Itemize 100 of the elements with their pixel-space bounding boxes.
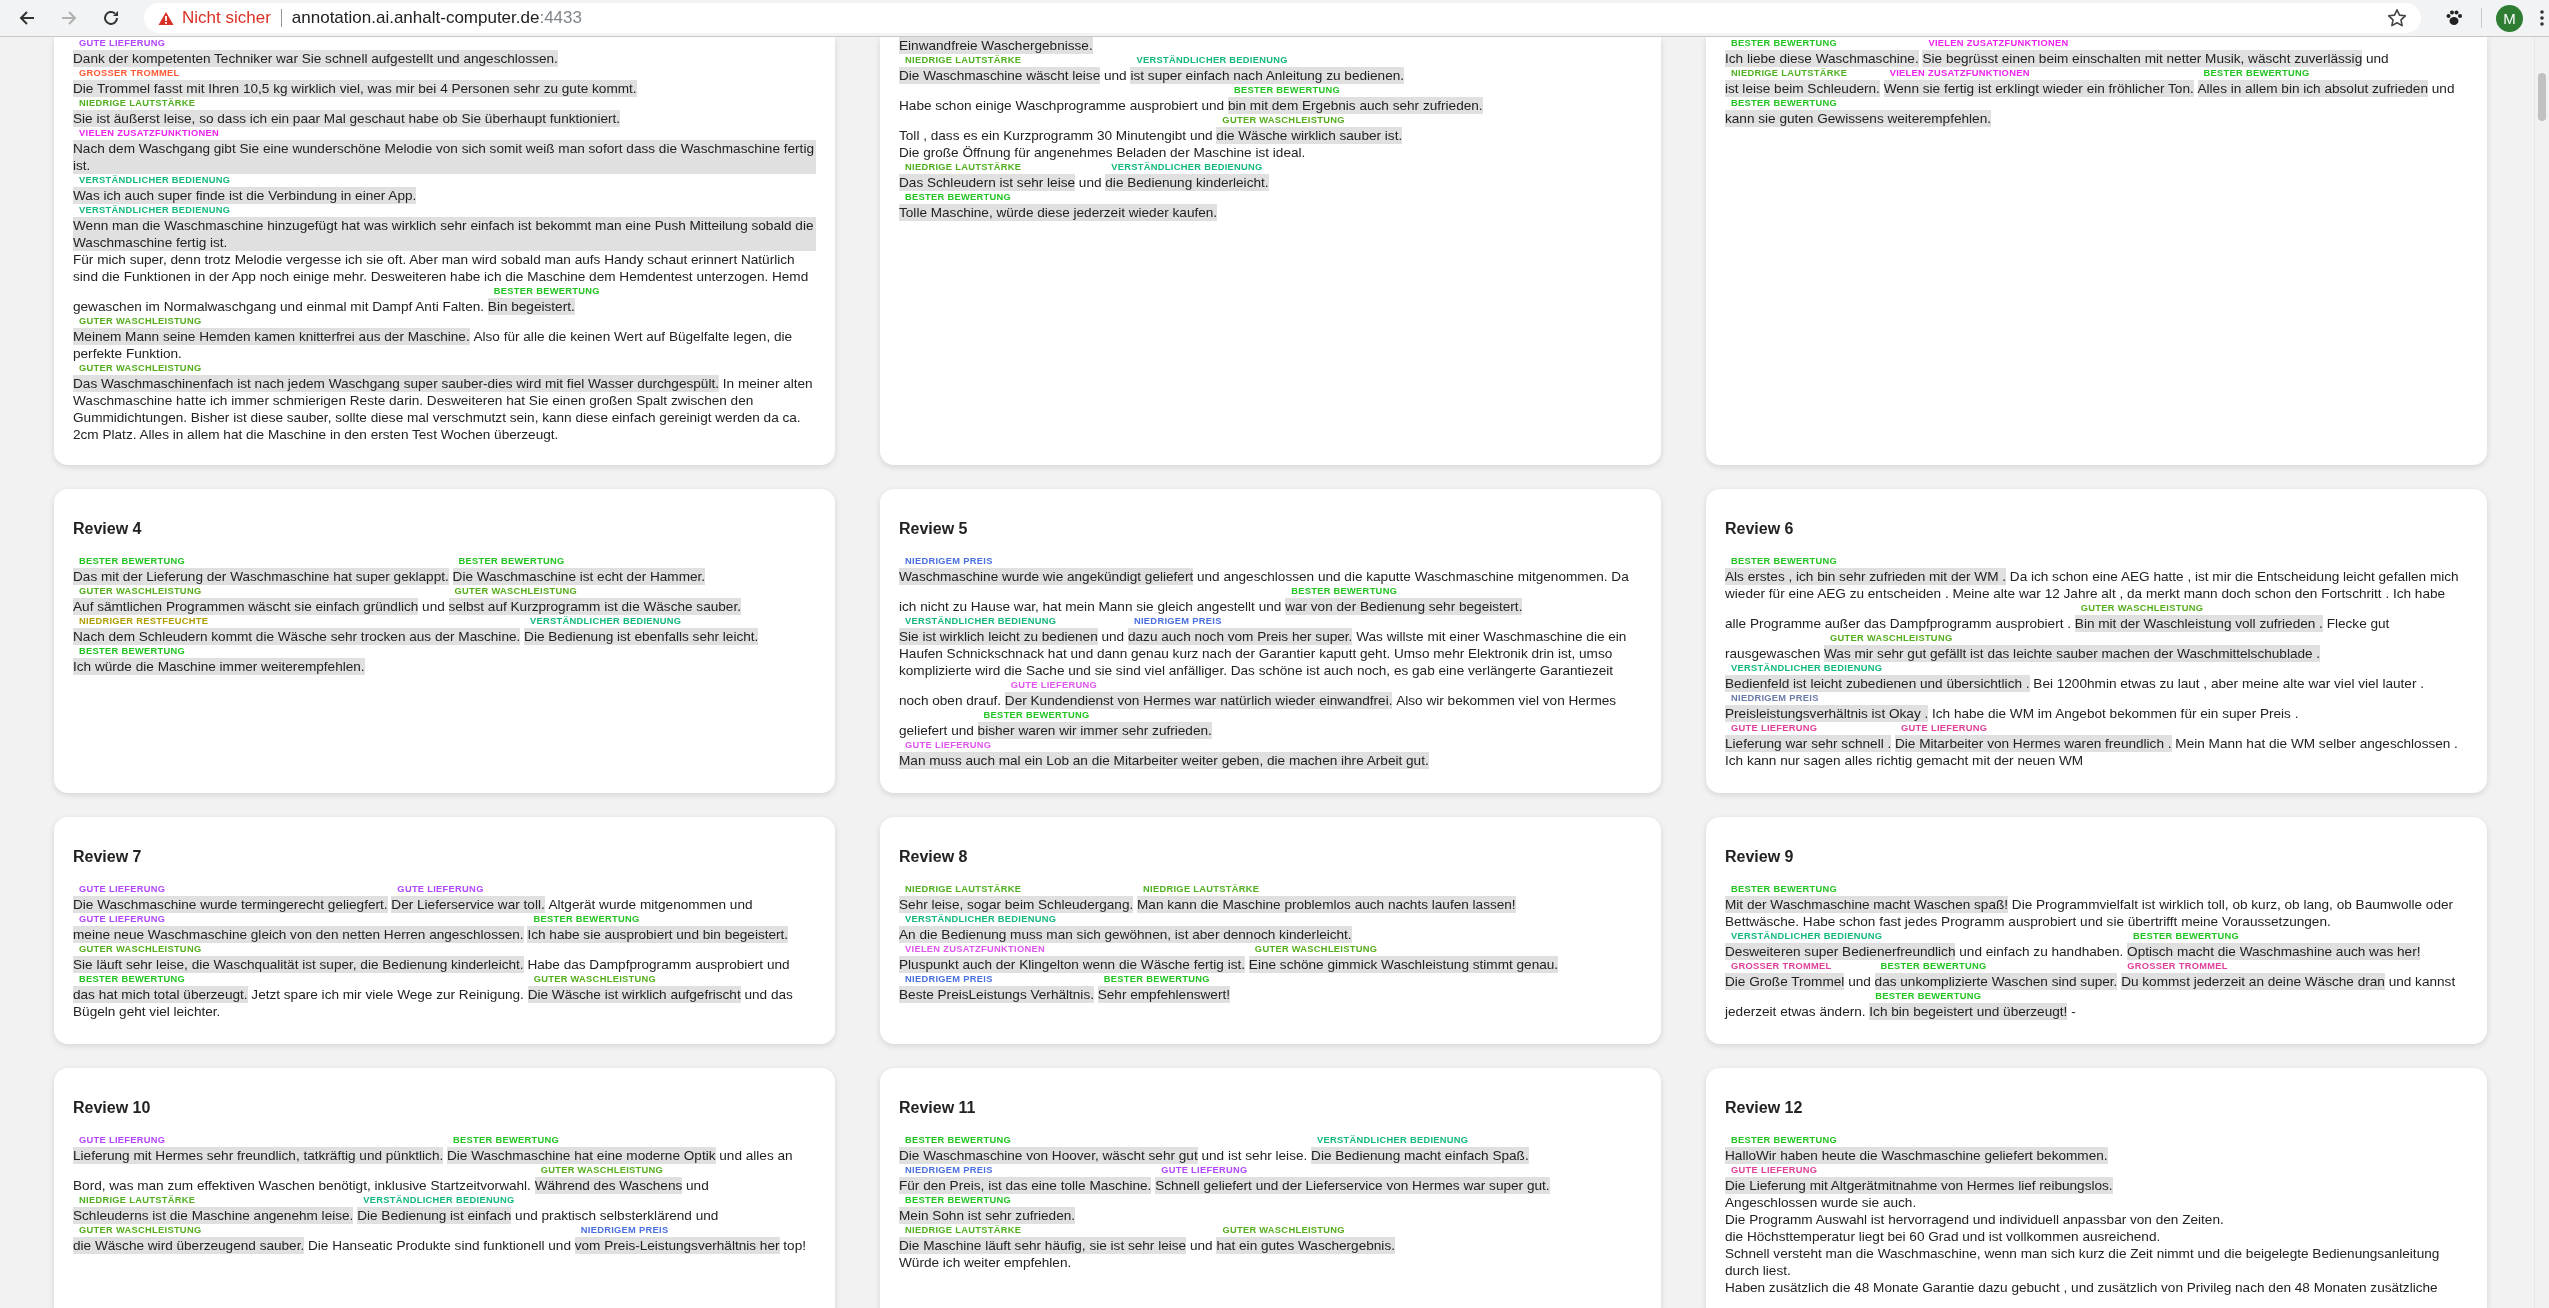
highlighted-text[interactable]: Man kann die Maschine problemlos auch nachts laufen lassen!	[1137, 896, 1516, 913]
highlighted-text[interactable]: Einwandfreie Waschergebnisse.	[899, 37, 1093, 54]
highlighted-text[interactable]: Auf sämtlichen Programmen wäscht sie einfach gründlich	[73, 598, 419, 615]
highlighted-text[interactable]: HalloWir haben heute die Waschmaschine geliefert bekommen.	[1725, 1147, 2108, 1164]
highlighted-text[interactable]: Du kommst jederzeit an deine Wäsche dran	[2121, 973, 2385, 990]
highlighted-text[interactable]: kann sie guten Gewissens weiterempfehlen.	[1725, 110, 1991, 127]
highlighted-text[interactable]: Ich bin begeistert und überzeugt!	[1869, 1003, 2068, 1020]
highlighted-text[interactable]: Das Waschmaschinenfach ist nach jedem Waschgang super sauber-dies wird mit fiel Wasser durchgespült.	[73, 375, 719, 392]
highlighted-text[interactable]: Bin mit der Waschleistung voll zufrieden .	[2074, 615, 2323, 632]
highlighted-text[interactable]: Schleuderns ist die Maschine angenehm leise.	[73, 1207, 354, 1224]
highlighted-text[interactable]: Die Wäsche ist wirklich aufgefrischt	[527, 986, 741, 1003]
highlighted-text[interactable]: Das mit der Lieferung der Waschmaschine hat super geklappt.	[73, 568, 449, 585]
annotation-label: BESTER BEWERTUNG	[1731, 37, 1838, 50]
address-bar[interactable]: Nicht sicher annotation.ai.anhalt-computer.de:4433	[144, 3, 2421, 33]
highlighted-text[interactable]: ist leise beim Schleudern.	[1725, 80, 1880, 97]
highlighted-text[interactable]: Schnell geliefert und der Lieferservice von Hermes war super gut.	[1155, 1177, 1550, 1194]
highlighted-text[interactable]: Wenn sie fertig ist erklingt wieder ein fröhlicher Ton.	[1883, 80, 2194, 97]
highlighted-text[interactable]: Während des Waschens	[534, 1177, 683, 1194]
highlighted-text[interactable]: Die Mitarbeiter von Hermes waren freundlich .	[1895, 735, 2172, 752]
highlighted-text[interactable]: Sehr empfehlenswert!	[1097, 986, 1230, 1003]
highlighted-text[interactable]: Eine schöne gimmick Waschleistung stimmt genau.	[1248, 956, 1559, 973]
highlighted-text[interactable]: vom Preis-Leistungsverhältnis her	[574, 1237, 780, 1254]
highlighted-text[interactable]: Desweiteren super Bedienerfreundlich	[1725, 943, 1956, 960]
highlighted-text[interactable]: Die Große Trommel	[1725, 973, 1845, 990]
highlighted-text[interactable]: ist super einfach nach Anleitung zu bedienen.	[1130, 67, 1405, 84]
highlighted-text[interactable]: bin mit dem Ergebnis auch sehr zufrieden.	[1227, 97, 1483, 114]
profile-avatar[interactable]: M	[2496, 4, 2523, 32]
highlighted-text[interactable]: die Bedienung kinderleicht.	[1105, 174, 1269, 191]
review-text: jederzeit etwas ändern.	[1725, 1003, 1866, 1020]
annotation-label: BESTER BEWERTUNG	[905, 1134, 1012, 1147]
scrollbar-thumb[interactable]	[2538, 73, 2546, 121]
highlighted-text[interactable]: Die Bedienung macht einfach Spaß.	[1311, 1147, 1529, 1164]
highlighted-text[interactable]: Wenn man die Waschmaschine hinzugefügt hat was wirklich sehr einfach ist bekommt man eine Push Mitteilung sobald die Waschmaschine fertig ist.	[73, 217, 816, 251]
highlighted-text[interactable]: Die Maschine läuft sehr häufig, sie ist sehr leise	[899, 1237, 1187, 1254]
highlighted-text[interactable]: Ich habe sie ausprobiert und bin begeistert.	[527, 926, 789, 943]
annotation-label: VERSTÄNDLICHER BEDIENUNG	[1136, 54, 1288, 67]
highlighted-text[interactable]: Nach dem Schleudern kommt die Wäsche sehr trocken aus der Maschine.	[73, 628, 521, 645]
highlighted-text[interactable]: Sie läuft sehr leise, die Waschqualität ist super, die Bedienung kinderleicht.	[73, 956, 524, 973]
annotation-label: BESTER BEWERTUNG	[1875, 990, 1982, 1003]
highlighted-text[interactable]: Waschmaschine wurde wie angekündigt geliefert	[899, 568, 1194, 585]
highlighted-text[interactable]: Meinem Mann seine Hemden kamen knitterfrei aus der Maschine.	[73, 328, 470, 345]
reload-icon[interactable]	[102, 9, 120, 27]
highlighted-text[interactable]: bisher waren wir immer sehr zufrieden.	[977, 722, 1212, 739]
highlighted-text[interactable]: Was mir sehr gut gefällt ist das leichte sauber machen der Waschmittelschublade .	[1824, 645, 2321, 662]
annotation-label: NIEDRIGE LAUTSTÄRKE	[79, 97, 196, 110]
annotation-label: BESTER BEWERTUNG	[79, 555, 186, 568]
paw-icon[interactable]	[2445, 9, 2463, 27]
highlighted-text[interactable]: Bin begeistert.	[487, 298, 575, 315]
highlighted-text[interactable]: Die Bedienung ist ebenfalls sehr leicht.	[524, 628, 759, 645]
highlighted-text[interactable]: das unkomplizierte Waschen sind super.	[1874, 973, 2118, 990]
highlighted-text[interactable]: Lieferung war sehr schnell .	[1725, 735, 1892, 752]
highlighted-text[interactable]: Als erstes , ich bin sehr zufrieden mit der WM .	[1725, 568, 2007, 585]
highlighted-text[interactable]: Sie ist äußerst leise, so dass ich ein paar Mal geschaut habe ob Sie überhaupt funktioniert.	[73, 110, 621, 127]
highlighted-text[interactable]: Die Trommel fasst mit Ihren 10,5 kg wirklich viel, was mir bei 4 Personen sehr zu gute kommt.	[73, 80, 637, 97]
highlighted-text[interactable]: Beste PreisLeistungs Verhältnis.	[899, 986, 1094, 1003]
highlighted-text[interactable]: hat ein gutes Waschergebnis.	[1216, 1237, 1395, 1254]
highlighted-text[interactable]: Was ich auch super finde ist die Verbindung in einer App.	[73, 187, 417, 204]
highlighted-text[interactable]: Die Waschmaschine ist echt der Hammer.	[452, 568, 706, 585]
highlighted-text[interactable]: Optisch macht die Waschmashine auch was her!	[2127, 943, 2421, 960]
highlighted-text[interactable]: die Wäsche wirklich sauber ist.	[1216, 127, 1403, 144]
highlighted-text[interactable]: war von der Bedienung sehr begeistert.	[1285, 598, 1523, 615]
highlighted-text[interactable]: Ich würde die Maschine immer weiterempfehlen.	[73, 658, 365, 675]
highlighted-text[interactable]: meine neue Waschmaschine gleich von den netten Herren angeschlossen.	[73, 926, 524, 943]
highlighted-text[interactable]: An die Bedienung muss man sich gewöhnen, ist aber dennoch kinderleicht.	[899, 926, 1352, 943]
highlighted-text[interactable]: das hat mich total überzeugt.	[73, 986, 248, 1003]
highlighted-text[interactable]: Der Lieferservice war toll.	[391, 896, 545, 913]
highlighted-text[interactable]: selbst auf Kurzprogramm ist die Wäsche sauber.	[448, 598, 741, 615]
review-text: Mein Mann hat die WM selber angeschlossen .	[2175, 735, 2458, 752]
star-icon[interactable]	[2387, 8, 2407, 28]
review-text: Bord, was man zum effektiven Waschen benötigt, inklusive Startzeitvorwahl.	[73, 1177, 531, 1194]
highlighted-text[interactable]: Sehr leise, sogar beim Schleudergang.	[899, 896, 1134, 913]
back-icon[interactable]	[18, 9, 36, 27]
highlighted-text[interactable]: Mein Sohn ist sehr zufrieden.	[899, 1207, 1076, 1224]
highlighted-text[interactable]: Die Waschmaschine wurde termingerecht geliegfert.	[73, 896, 388, 913]
highlighted-text[interactable]: Das Schleudern ist sehr leise	[899, 174, 1076, 191]
highlighted-text[interactable]: Der Kundendienst von Hermes war natürlich wieder einwandfrei.	[1004, 692, 1393, 709]
highlighted-text[interactable]: Die Waschmaschine wäscht leise	[899, 67, 1101, 84]
highlighted-text[interactable]: Man muss auch mal ein Lob an die Mitarbeiter weiter geben, die machen ihre Arbeit gut.	[899, 752, 1429, 769]
highlighted-text[interactable]: Ich liebe diese Waschmaschine.	[1725, 50, 1919, 67]
highlighted-text[interactable]: Die Waschmaschine hat eine moderne Optik	[447, 1147, 716, 1164]
highlighted-text[interactable]: Pluspunkt auch der Klingelton wenn die Wäsche fertig ist.	[899, 956, 1246, 973]
highlighted-text[interactable]: Bedienfeld ist leicht zubedienen und übersichtlich .	[1725, 675, 2030, 692]
menu-icon[interactable]	[2539, 9, 2545, 27]
highlighted-text[interactable]: Alles in allem bin ich absolut zufrieden	[2197, 80, 2428, 97]
highlighted-text[interactable]: Sie begrüsst einen beim einschalten mit netter Musik, wäscht zuverlässig	[1922, 50, 2363, 67]
highlighted-text[interactable]: Die Bedienung ist einfach	[357, 1207, 512, 1224]
highlighted-text[interactable]: die Wäsche wird überzeugend sauber.	[73, 1237, 305, 1254]
highlighted-text[interactable]: dazu auch noch vom Preis her super.	[1127, 628, 1353, 645]
highlighted-text[interactable]: Lieferung mit Hermes sehr freundlich, tatkräftig und pünktlich.	[73, 1147, 444, 1164]
highlighted-text[interactable]: Die Lieferung mit Altgerätmitnahme von Hermes lief reibungslos.	[1725, 1177, 2113, 1194]
highlighted-text[interactable]: Dank der kompetenten Techniker war Sie schnell aufgestellt und angeschlossen.	[73, 50, 558, 67]
highlighted-text[interactable]: Die Waschmaschine von Hoover, wäscht sehr gut	[899, 1147, 1198, 1164]
highlighted-text[interactable]: Preisleistungsverhältnis ist Okay .	[1725, 705, 1929, 722]
highlighted-text[interactable]: Für den Preis, ist das eine tolle Maschine.	[899, 1177, 1152, 1194]
highlighted-text[interactable]: Sie ist wirklich leicht zu bedienen	[899, 628, 1098, 645]
highlighted-text[interactable]: Mit der Waschmaschine macht Waschen spaß!	[1725, 896, 2009, 913]
security-warning[interactable]: Nicht sicher	[182, 8, 271, 28]
highlighted-text[interactable]: Tolle Maschine, würde diese jederzeit wieder kaufen.	[899, 204, 1218, 221]
scrollbar[interactable]	[2534, 37, 2549, 1308]
highlighted-text[interactable]: Nach dem Waschgang gibt Sie eine wunderschöne Melodie von sich somit weiß man sofort dass die Waschmaschine fertig ist.	[73, 140, 816, 174]
